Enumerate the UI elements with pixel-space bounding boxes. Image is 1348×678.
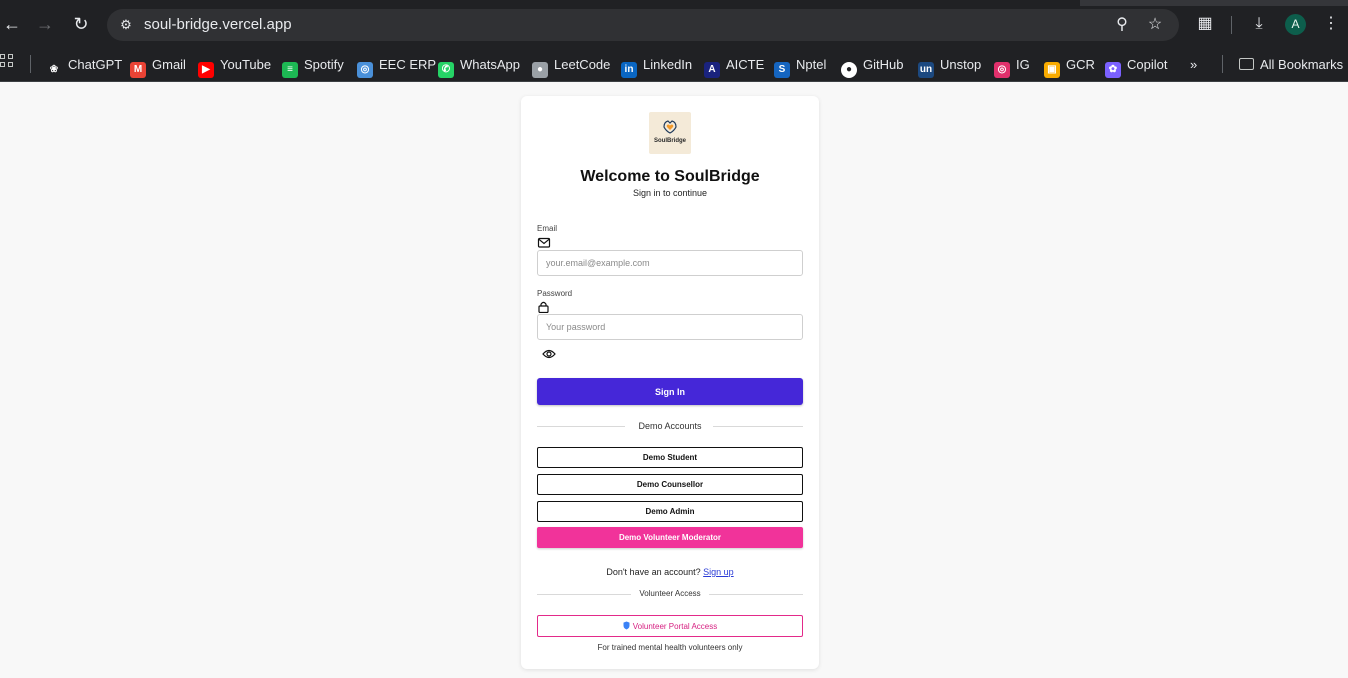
password-field[interactable] xyxy=(537,314,803,340)
volunteer-portal-button[interactable]: Volunteer Portal Access xyxy=(537,615,803,637)
back-icon[interactable]: ← xyxy=(0,12,24,36)
avatar[interactable]: A xyxy=(1285,14,1306,35)
erp-icon: ◎ xyxy=(357,62,373,78)
bookmark-linkedin[interactable]: in LinkedIn xyxy=(621,54,693,78)
bookmark-aicte[interactable]: A AICTE xyxy=(704,54,765,78)
url-text[interactable]: soul-bridge.vercel.app xyxy=(144,16,292,34)
bookmark-label: IG xyxy=(1016,57,1030,72)
more-bookmarks-icon[interactable]: » xyxy=(1190,54,1197,76)
volunteer-access-divider: Volunteer Access xyxy=(537,589,803,599)
demo-accounts-label: Demo Accounts xyxy=(638,421,702,431)
bookmark-copilot[interactable]: ✿ Copilot xyxy=(1105,54,1168,78)
volunteer-note: For trained mental health volunteers onl… xyxy=(597,643,743,652)
bookmarks-divider xyxy=(30,55,31,73)
bookmark-label: Spotify xyxy=(304,57,344,72)
demo-counsellor-button[interactable]: Demo Counsellor xyxy=(537,474,803,495)
volunteer-portal-label: Volunteer Portal Access xyxy=(632,622,718,631)
bookmark-gcr[interactable]: ▣ GCR xyxy=(1044,54,1095,78)
youtube-icon: ▶ xyxy=(198,62,214,78)
bookmark-label: EEC ERP xyxy=(379,57,437,72)
soulbridge-logo: SoulBridge xyxy=(649,112,691,154)
shield-icon xyxy=(623,621,630,630)
lock-icon xyxy=(538,301,549,313)
instagram-icon: ◎ xyxy=(994,62,1010,78)
copilot-icon: ✿ xyxy=(1105,62,1121,78)
demo-student-button[interactable]: Demo Student xyxy=(537,447,803,468)
all-bookmarks-button[interactable]: All Bookmarks xyxy=(1239,54,1343,76)
chatgpt-icon: ❀ xyxy=(46,62,62,78)
page-subtitle: Sign in to continue xyxy=(632,188,708,198)
bookmark-label: ChatGPT xyxy=(68,57,123,72)
logo-text: SoulBridge xyxy=(653,138,686,144)
address-bar[interactable]: ⚙ soul-bridge.vercel.app ⚲ ☆ xyxy=(107,9,1179,41)
bookmark-chatgpt[interactable]: ❀ ChatGPT xyxy=(46,54,123,78)
bookmark-label: LeetCode xyxy=(554,57,611,72)
bookmark-label: GCR xyxy=(1066,57,1095,72)
email-field[interactable] xyxy=(537,250,803,276)
signup-prompt: Don't have an account? Sign up xyxy=(521,567,819,577)
menu-icon[interactable]: ⋮ xyxy=(1320,13,1342,35)
all-bookmarks-label: All Bookmarks xyxy=(1260,57,1344,72)
bookmark-label: Nptel xyxy=(796,57,827,72)
bookmark-label: Unstop xyxy=(940,57,982,72)
unstop-icon: un xyxy=(918,62,934,78)
reload-icon[interactable]: ↻ xyxy=(69,12,93,36)
spotify-icon: ≡ xyxy=(282,62,298,78)
bookmark-label: Copilot xyxy=(1127,57,1168,72)
globe-icon: ● xyxy=(532,62,548,78)
heart-hands-icon xyxy=(663,120,677,134)
volunteer-access-label: Volunteer Access xyxy=(639,589,701,598)
bookmarks-divider xyxy=(1222,55,1223,73)
bookmark-label: YouTube xyxy=(220,57,272,72)
page-title: Welcome to SoulBridge xyxy=(580,168,760,185)
tab-strip xyxy=(0,0,1348,6)
whatsapp-icon: ✆ xyxy=(438,62,454,78)
bookmark-label: AICTE xyxy=(726,57,765,72)
extensions-icon[interactable]: ▦ xyxy=(1194,13,1216,35)
zoom-icon[interactable]: ⚲ xyxy=(1112,15,1132,35)
browser-toolbar: ← → ↻ ⚙ soul-bridge.vercel.app ⚲ ☆ ▦ ⤓ A… xyxy=(0,0,1348,48)
bookmark-label: Gmail xyxy=(152,57,186,72)
bookmark-whatsapp[interactable]: ✆ WhatsApp xyxy=(438,54,520,78)
bookmark-leetcode[interactable]: ● LeetCode xyxy=(532,54,611,78)
show-password-icon[interactable] xyxy=(542,348,556,360)
bookmark-unstop[interactable]: un Unstop xyxy=(918,54,982,78)
demo-admin-button[interactable]: Demo Admin xyxy=(537,501,803,522)
signup-link[interactable]: Sign up xyxy=(703,567,734,577)
bookmark-nptel[interactable]: S Nptel xyxy=(774,54,827,78)
bookmark-gmail[interactable]: M Gmail xyxy=(130,54,186,78)
forward-icon[interactable]: → xyxy=(33,12,57,36)
demo-accounts-divider: Demo Accounts xyxy=(537,421,803,431)
signup-text: Don't have an account? xyxy=(606,567,701,577)
mail-icon xyxy=(537,237,551,248)
bookmark-label: LinkedIn xyxy=(643,57,693,72)
folder-icon xyxy=(1239,58,1254,70)
bookmark-label: GitHub xyxy=(863,57,904,72)
linkedin-icon: in xyxy=(621,62,637,78)
classroom-icon: ▣ xyxy=(1044,62,1060,78)
demo-volunteer-moderator-button[interactable]: Demo Volunteer Moderator xyxy=(537,527,803,548)
star-icon[interactable]: ☆ xyxy=(1145,15,1165,35)
login-card: SoulBridge Welcome to SoulBridge Sign in… xyxy=(521,96,819,669)
apps-grid-icon[interactable] xyxy=(0,54,14,68)
password-label: Password xyxy=(537,289,573,298)
github-icon: ● xyxy=(841,62,857,78)
bookmark-label: WhatsApp xyxy=(460,57,520,72)
bookmark-ig[interactable]: ◎ IG xyxy=(994,54,1030,78)
toolbar-divider xyxy=(1231,16,1232,34)
bookmark-youtube[interactable]: ▶ YouTube xyxy=(198,54,272,78)
nptel-icon: S xyxy=(774,62,790,78)
site-settings-icon[interactable]: ⚙ xyxy=(117,16,135,34)
sign-in-button[interactable]: Sign In xyxy=(537,378,803,405)
download-icon[interactable]: ⤓ xyxy=(1248,13,1270,35)
email-label: Email xyxy=(537,224,558,233)
gmail-icon: M xyxy=(130,62,146,78)
bookmark-eec-erp[interactable]: ◎ EEC ERP xyxy=(357,54,437,78)
bookmark-github[interactable]: ● GitHub xyxy=(841,54,904,78)
bookmark-spotify[interactable]: ≡ Spotify xyxy=(282,54,344,78)
aicte-icon: A xyxy=(704,62,720,78)
